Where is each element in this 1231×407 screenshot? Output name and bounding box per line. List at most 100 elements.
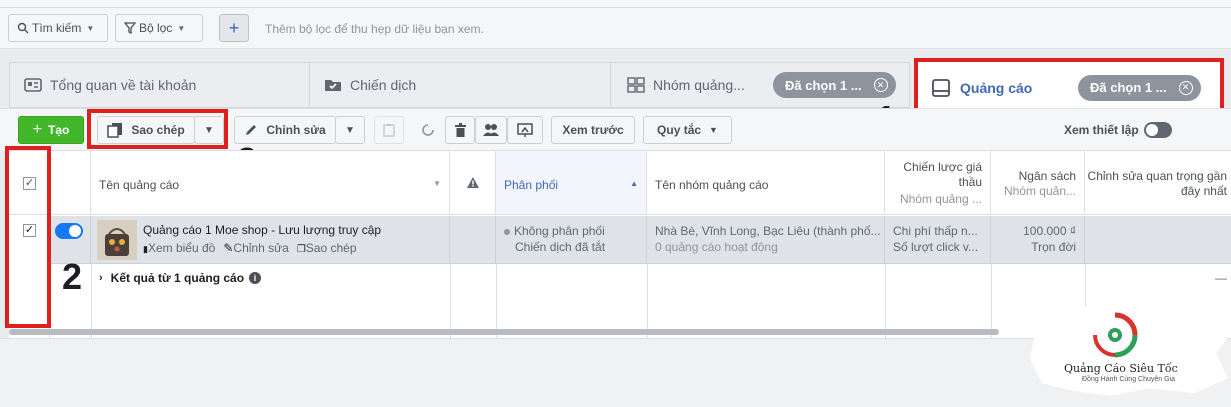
info-icon[interactable]: i	[249, 272, 262, 284]
delivery-sublabel: Chiến dịch đã tắt	[515, 240, 606, 254]
chevron-down-icon: ▼	[86, 23, 95, 33]
highlight-checkbox-column	[5, 146, 51, 328]
ad-thumbnail	[97, 220, 137, 260]
row-ad-name-cell: Quảng cáo 1 Moe shop - Lưu lượng truy cậ…	[91, 216, 450, 264]
header-sublabel: Nhóm quảng ...	[899, 192, 982, 206]
column-divider	[885, 264, 886, 339]
delivery-status: Không phân phối	[504, 224, 605, 238]
row-actions: ▮Xem biểu đồ ✎Chỉnh sửa ❐Sao chép	[143, 241, 357, 255]
plus-icon: +	[32, 121, 42, 138]
tab-account-overview[interactable]: Tổng quan về tài khoản	[9, 62, 314, 108]
chevron-right-icon[interactable]: ›	[99, 272, 103, 284]
edit-label: Chỉnh sửa	[266, 123, 326, 137]
ab-test-button[interactable]	[507, 116, 543, 144]
rules-button[interactable]: Quy tắc ▼	[643, 116, 732, 144]
edit-action[interactable]: ✎Chỉnh sửa	[223, 241, 288, 255]
tab-label: Nhóm quảng...	[653, 77, 745, 93]
tab-label: Chiến dịch	[350, 77, 417, 93]
add-filter-button[interactable]: +	[219, 14, 249, 42]
horizontal-scrollbar[interactable]	[9, 329, 999, 335]
logo-tagline: Đồng Hành Cùng Chuyên Gia	[1082, 376, 1176, 383]
row-last-edit-cell	[1085, 216, 1231, 264]
toggle-knob	[1146, 124, 1158, 136]
column-divider	[647, 264, 648, 339]
adset-link[interactable]: Nhà Bè, Vĩnh Long, Bạc Liêu (thành phố..…	[655, 224, 881, 238]
chevron-down-icon: ▼	[177, 23, 186, 33]
header-bid-strategy[interactable]: Chiến lược giá thầu Nhóm quảng ...	[885, 151, 991, 215]
filter-label: Bộ lọc	[139, 21, 173, 35]
clipboard-button[interactable]	[374, 116, 404, 144]
ad-name-link[interactable]: Quảng cáo 1 Moe shop - Lưu lượng truy cậ…	[143, 223, 381, 237]
header-sublabel: Nhóm quản...	[1003, 184, 1076, 198]
adset-sublabel: 0 quảng cáo hoạt động	[655, 240, 778, 254]
logo-name: Quảng Cáo Siêu Tốc	[1064, 362, 1178, 375]
filter-button[interactable]: Bộ lọc ▼	[115, 14, 203, 42]
caret-down-icon: ▼	[345, 124, 355, 136]
tab-label: Tổng quan về tài khoản	[50, 77, 197, 93]
view-setup-toggle[interactable]	[1144, 122, 1172, 138]
refresh-icon	[422, 124, 434, 136]
adset-grid-icon	[627, 77, 645, 93]
header-toggle	[49, 151, 91, 215]
last-edit-total: —	[1215, 271, 1227, 285]
header-adset-name[interactable]: Tên nhóm quảng cáo	[647, 151, 885, 215]
budget-value: 100.000 ₫	[1023, 224, 1076, 238]
top-strip	[0, 0, 1231, 8]
status-dot-icon	[504, 228, 510, 235]
column-divider	[991, 264, 992, 339]
edit-dropdown-button[interactable]: ▼	[335, 116, 365, 144]
annotation-number-2: 2	[62, 256, 83, 297]
header-delivery[interactable]: Phân phối ▲	[496, 151, 647, 215]
view-chart-action[interactable]: ▮Xem biểu đồ	[143, 241, 215, 255]
table-row[interactable]: ✓ Quảng cáo 1 Moe shop - Lưu lượng truy …	[9, 216, 1231, 264]
swirl-logo-icon	[1093, 312, 1138, 358]
people-icon	[483, 124, 499, 136]
action-label: Xem biểu đồ	[147, 241, 216, 255]
folder-check-icon	[325, 80, 341, 91]
adsets-selection-chip[interactable]: Đã chọn 1 ... ✕	[773, 72, 896, 98]
column-divider	[496, 264, 497, 339]
delete-button[interactable]	[445, 116, 475, 144]
search-button[interactable]: Tìm kiếm ▼	[8, 14, 108, 42]
row-bid-cell: Chi phí thấp n... Số lượt click v...	[885, 216, 991, 264]
clipboard-icon	[383, 124, 395, 137]
action-label: Chỉnh sửa	[233, 241, 289, 255]
header-last-edit[interactable]: Chỉnh sửa quan trọng gần đây nhất	[1085, 151, 1231, 215]
audience-button[interactable]	[475, 116, 507, 144]
chip-label: Đã chọn 1 ...	[785, 77, 862, 93]
toggle-knob	[69, 225, 81, 237]
header-ad-name[interactable]: Tên quảng cáo ▼	[91, 151, 450, 215]
header-budget[interactable]: Ngân sách Nhóm quản...	[991, 151, 1085, 215]
header-label: Tên quảng cáo	[99, 178, 180, 192]
copy-icon: ❐	[296, 244, 306, 255]
action-label: Sao chép	[305, 241, 357, 255]
bid-value: Chi phí thấp n...	[893, 224, 978, 238]
create-label: Tạo	[48, 123, 70, 137]
close-icon[interactable]: ✕	[873, 78, 888, 92]
filter-hint: Thêm bộ lọc để thu hẹp dữ liệu bạn xem.	[265, 22, 484, 36]
preview-button[interactable]: Xem trước	[551, 116, 635, 144]
rules-label: Quy tắc	[657, 123, 702, 137]
row-warning-cell	[450, 216, 496, 264]
tab-campaigns[interactable]: Chiến dịch	[309, 62, 615, 108]
chip-label: Đã chọn 1 ...	[1090, 80, 1167, 95]
row-adset-cell: Nhà Bè, Vĩnh Long, Bạc Liêu (thành phố..…	[647, 216, 885, 264]
tab-label: Quảng cáo	[960, 79, 1033, 96]
duplicate-action[interactable]: ❐Sao chép	[297, 241, 357, 255]
create-button[interactable]: + Tạo	[18, 116, 84, 144]
ad-status-toggle[interactable]	[55, 223, 83, 239]
account-overview-icon	[24, 78, 42, 92]
bid-sublabel: Số lượt click v...	[893, 240, 979, 254]
tab-adsets[interactable]: Nhóm quảng... Đã chọn 1 ... ✕	[610, 62, 910, 108]
ads-selection-chip[interactable]: Đã chọn 1 ... ✕	[1078, 74, 1201, 101]
header-label: Phân phối	[504, 178, 559, 192]
header-label: Ngân sách	[1018, 169, 1076, 183]
row-budget-cell: 100.000 ₫ Trọn đời	[991, 216, 1085, 264]
header-warning	[450, 151, 496, 215]
pencil-icon	[246, 125, 257, 135]
header-label: Tên nhóm quảng cáo	[655, 178, 769, 192]
view-setup-label: Xem thiết lập	[1064, 123, 1139, 137]
refresh-button[interactable]	[413, 116, 443, 144]
pencil-icon: ✎	[223, 241, 234, 255]
close-icon[interactable]: ✕	[1178, 80, 1193, 95]
